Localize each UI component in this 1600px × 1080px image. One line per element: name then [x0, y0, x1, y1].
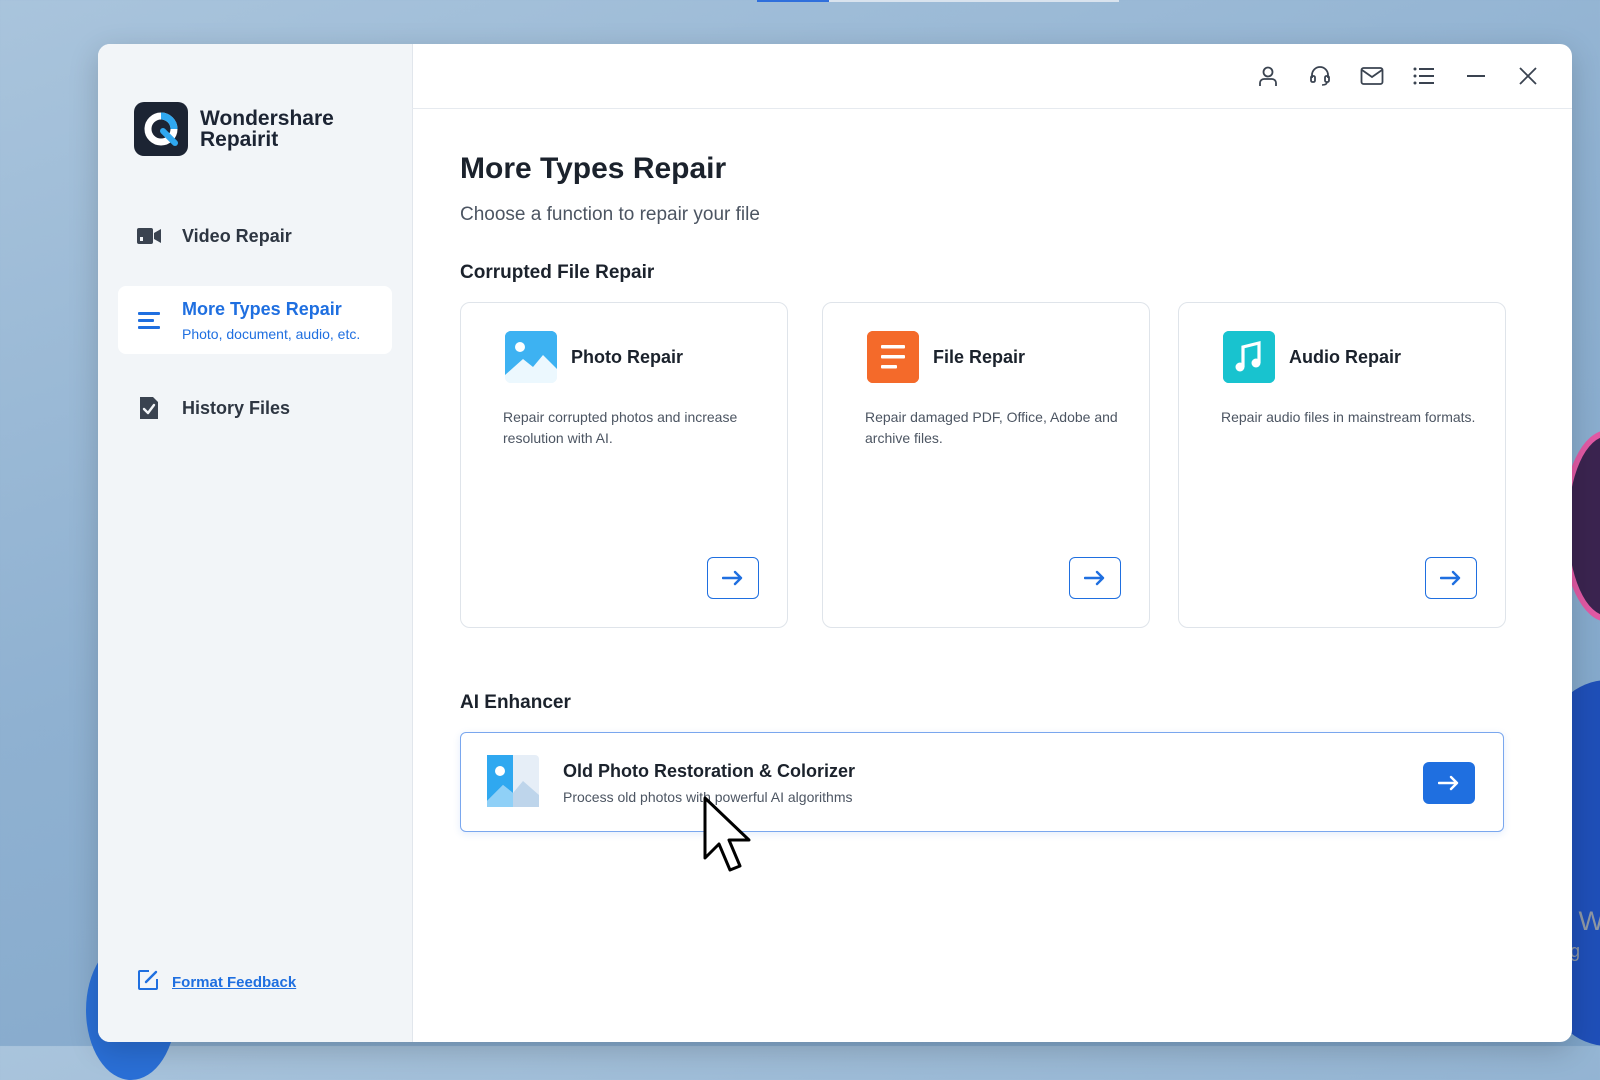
main-content: More Types Repair Choose a function to r… [412, 108, 1572, 1042]
close-icon[interactable] [1508, 56, 1548, 96]
old-photo-restoration-card[interactable]: Old Photo Restoration & Colorizer Proces… [460, 732, 1504, 832]
arrow-right-icon [722, 570, 743, 586]
document-icon [867, 331, 919, 383]
audio-repair-arrow-button[interactable] [1425, 557, 1477, 599]
minimize-icon[interactable] [1456, 56, 1496, 96]
title-bar [412, 44, 1572, 109]
mouse-cursor-icon [703, 796, 751, 872]
headset-icon[interactable] [1300, 56, 1340, 96]
taskbar-progress-segment [757, 0, 829, 2]
page-subtitle: Choose a function to repair your file [460, 204, 760, 225]
app-window: Wondershare Repairit Video Repair More T… [98, 44, 1572, 1042]
list-icon [136, 307, 162, 333]
music-note-icon [1223, 331, 1275, 383]
card-title: Photo Repair [571, 347, 684, 367]
repairit-logo-icon [134, 102, 188, 156]
section-title-ai-enhancer: AI Enhancer [460, 692, 571, 713]
card-title: File Repair [933, 347, 1026, 367]
sidebar-item-text: More Types Repair Photo, document, audio… [182, 299, 360, 342]
audio-repair-card[interactable]: Audio Repair Repair audio files in mains… [1178, 302, 1506, 628]
format-feedback-link[interactable]: Format Feedback [172, 974, 296, 991]
title-bar-actions [1236, 56, 1548, 96]
arrow-right-icon [1440, 570, 1461, 586]
file-repair-card[interactable]: File Repair Repair damaged PDF, Office, … [822, 302, 1150, 628]
sidebar-item-more-types-repair[interactable]: More Types Repair Photo, document, audio… [118, 286, 392, 354]
card-title: Old Photo Restoration & Colorizer [563, 761, 856, 781]
edit-feedback-icon [136, 968, 160, 997]
card-description: Repair corrupted photos and increase res… [503, 409, 738, 446]
photo-icon [505, 331, 557, 383]
section-title-corrupted-file-repair: Corrupted File Repair [460, 262, 655, 283]
photo-colorizer-icon [487, 755, 539, 807]
photo-repair-card[interactable]: Photo Repair Repair corrupted photos and… [460, 302, 788, 628]
file-check-icon [136, 395, 162, 421]
photo-repair-arrow-button[interactable] [707, 557, 759, 599]
sidebar-item-label: Video Repair [182, 225, 292, 246]
file-repair-arrow-button[interactable] [1069, 557, 1121, 599]
taskbar-progress-strip [757, 0, 1119, 2]
arrow-right-icon [1084, 570, 1105, 586]
user-icon[interactable] [1248, 56, 1288, 96]
brand-name: Wondershare Repairit [200, 108, 334, 150]
sidebar-item-label: History Files [182, 397, 291, 418]
sidebar-item-label: More Types Repair [182, 298, 342, 319]
sidebar-item-sublabel: Photo, document, audio, etc. [182, 325, 361, 342]
page-title: More Types Repair [460, 152, 727, 185]
sidebar-item-video-repair[interactable]: Video Repair [118, 212, 392, 260]
card-description: Repair damaged PDF, Office, Adobe and ar… [865, 409, 1118, 446]
sidebar: Wondershare Repairit Video Repair More T… [98, 44, 413, 1042]
old-photo-restoration-arrow-button[interactable] [1423, 762, 1475, 804]
card-title: Audio Repair [1289, 347, 1402, 367]
menu-list-icon[interactable] [1404, 56, 1444, 96]
video-camera-icon [136, 223, 162, 249]
arrow-right-icon [1438, 775, 1459, 791]
app-logo: Wondershare Repairit [134, 102, 334, 156]
card-description: Repair audio files in mainstream formats… [1221, 409, 1476, 425]
sidebar-item-history-files[interactable]: History Files [118, 384, 392, 432]
brand-line-2: Repairit [200, 128, 279, 151]
format-feedback: Format Feedback [136, 968, 296, 997]
brand-line-1: Wondershare [200, 107, 334, 130]
mail-icon[interactable] [1352, 56, 1392, 96]
